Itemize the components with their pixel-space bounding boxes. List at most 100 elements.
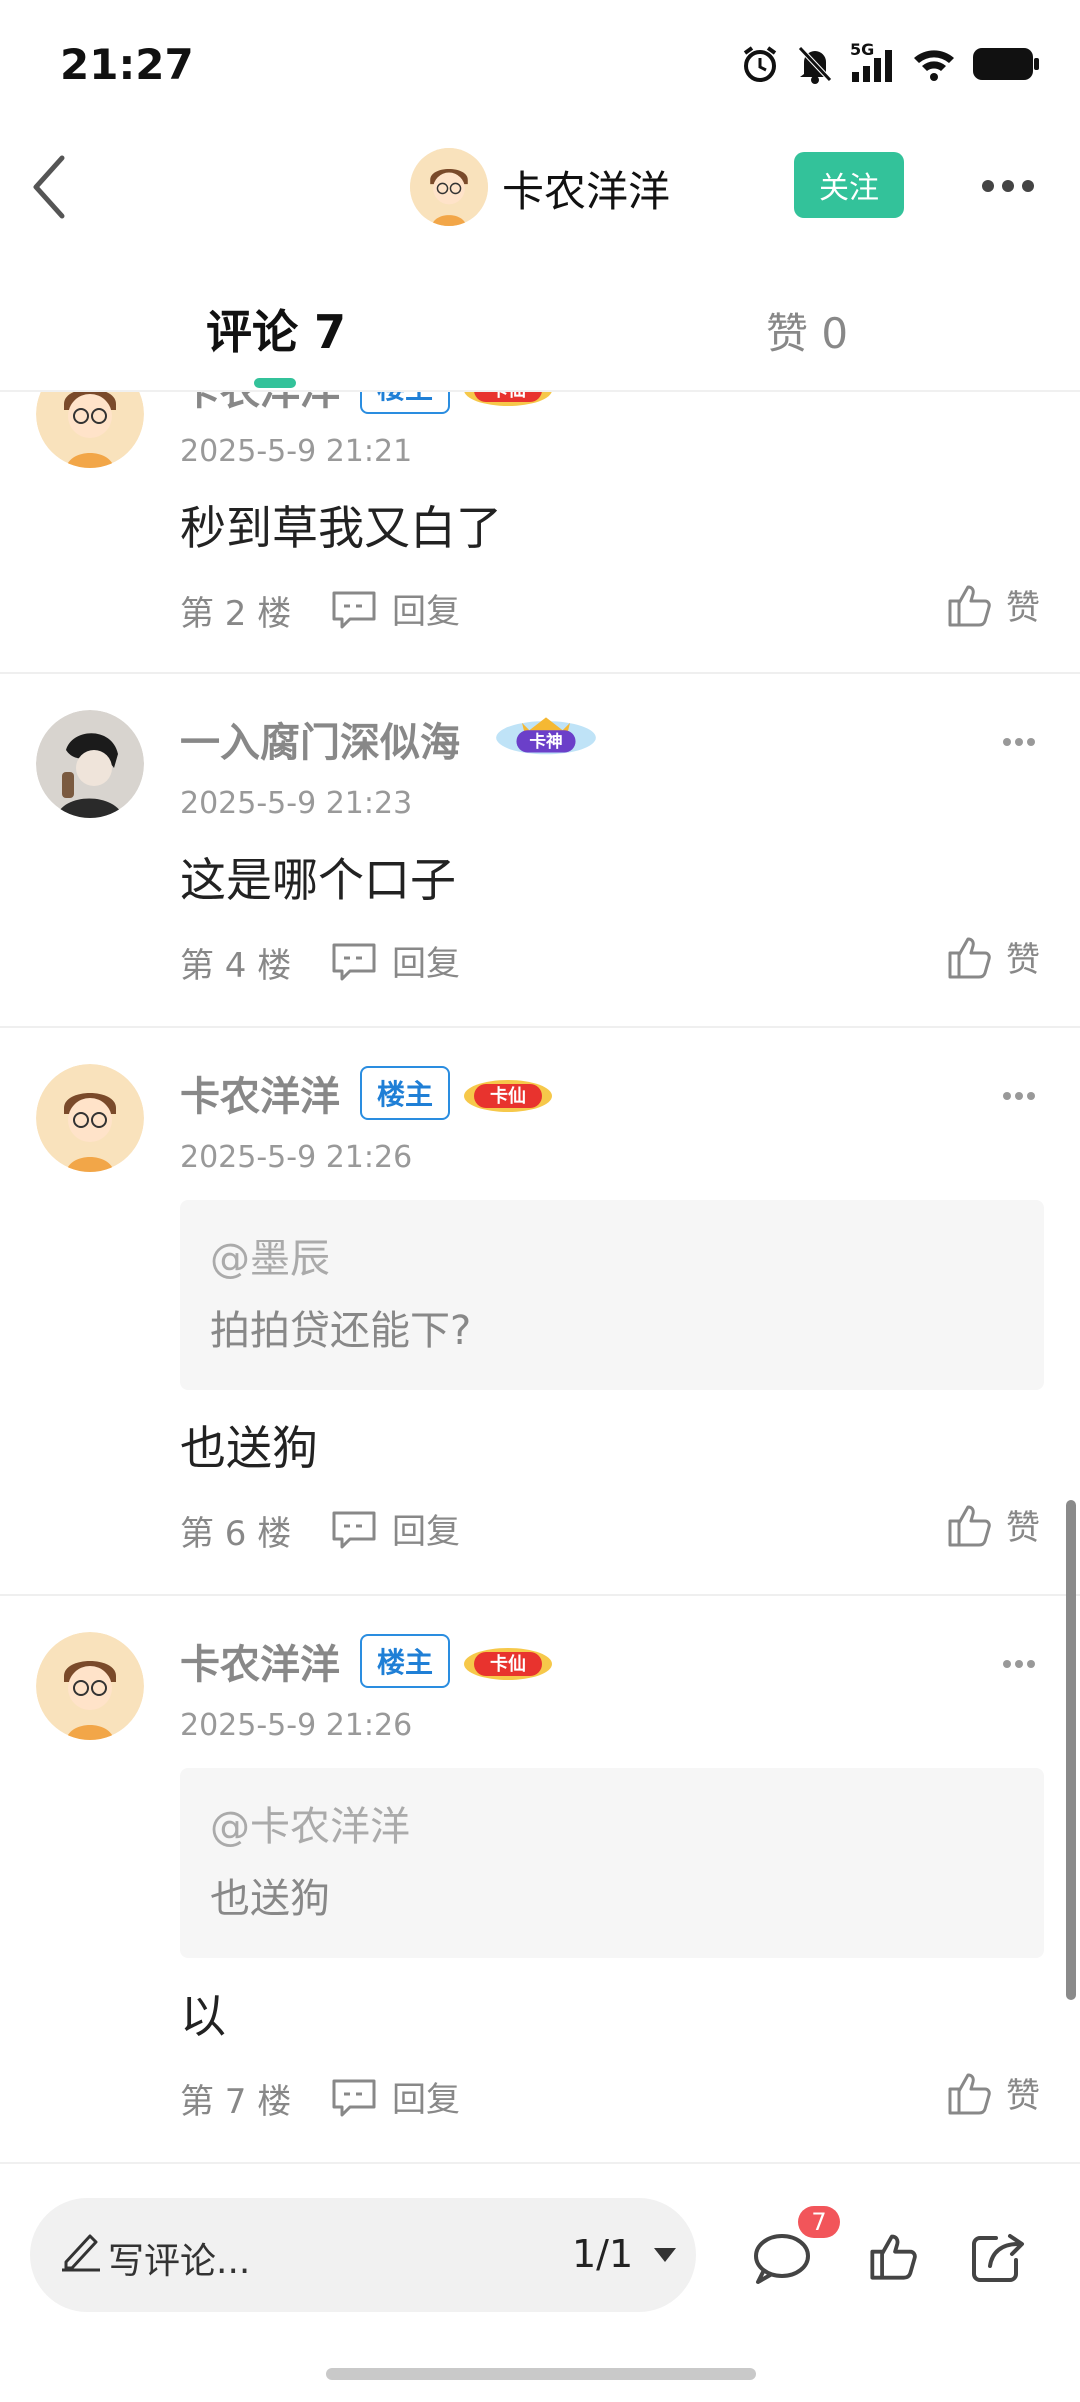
write-comment-input[interactable]: 写评论... 1/1 xyxy=(30,2198,696,2312)
comment-time: 2025-5-9 21:23 xyxy=(180,786,413,821)
tab-comments[interactable]: 评论 7 xyxy=(206,296,346,362)
author-avatar[interactable] xyxy=(410,148,488,226)
pencil-icon xyxy=(62,2234,100,2272)
reply-icon xyxy=(332,1511,376,1548)
comment-time: 2025-5-9 21:26 xyxy=(180,1140,413,1175)
comment-text: 秒到草我又白了 xyxy=(180,501,502,555)
bottom-action-bar: 写评论... 1/1 7 xyxy=(0,2162,1080,2402)
avatar[interactable] xyxy=(36,392,144,468)
quoted-reply[interactable]: @卡农洋洋 也送狗 xyxy=(180,1768,1044,1958)
comment-item: 卡农洋洋 楼主 卡仙 2025-5-9 21:26 @墨辰 拍拍贷还能下? 也送… xyxy=(0,1028,1080,1596)
quoted-reply[interactable]: @墨辰 拍拍贷还能下? xyxy=(180,1200,1044,1390)
comment-text: 这是哪个口子 xyxy=(180,853,456,907)
like-button[interactable]: 赞 xyxy=(946,1500,1040,1549)
quoted-text: 也送狗 xyxy=(210,1876,330,1922)
reply-icon xyxy=(332,943,376,980)
like-label: 赞 xyxy=(1006,588,1040,628)
avatar[interactable] xyxy=(36,1632,144,1740)
username[interactable]: 卡农洋洋 xyxy=(180,392,340,416)
reply-label: 回复 xyxy=(392,2080,460,2120)
rank-badge-label: 卡神 xyxy=(529,731,562,751)
comment-item: 卡农洋洋 楼主 卡仙 2025-5-9 21:26 @卡农洋洋 也送狗 以 第 … xyxy=(0,1596,1080,2162)
caret-down-icon[interactable] xyxy=(652,2246,678,2264)
thumbs-up-icon xyxy=(948,585,991,626)
alarm-icon xyxy=(743,46,777,82)
comment-time: 2025-5-9 21:21 xyxy=(180,434,413,469)
username[interactable]: 卡农洋洋 xyxy=(180,1632,340,1690)
reply-button[interactable]: 回复 xyxy=(330,1504,460,1553)
scrollbar[interactable] xyxy=(1066,1500,1076,2000)
reply-label: 回复 xyxy=(392,944,460,984)
comment-count-badge: 7 xyxy=(798,2206,840,2238)
comment-item: 一入腐门深似海 卡神 2025-5-9 21:23 这是哪个口子 第 4 楼 回… xyxy=(0,674,1080,1028)
reply-icon xyxy=(332,2079,376,2116)
status-icons: 5G xyxy=(740,40,1040,84)
comment-more-icon[interactable] xyxy=(1002,1090,1036,1102)
wifi-icon xyxy=(914,50,954,81)
like-label: 赞 xyxy=(1006,2076,1040,2116)
rank-badge-icon: 卡仙 xyxy=(464,1648,552,1680)
comment-item: 卡农洋洋 楼主 卡仙 2025-5-9 21:21 秒到草我又白了 第 2 楼 … xyxy=(0,392,1080,674)
quoted-text: 拍拍贷还能下? xyxy=(210,1308,472,1354)
post-header: 卡农洋洋 关注 xyxy=(0,130,1080,250)
comment-text: 以 xyxy=(180,1989,226,2043)
comment-list[interactable]: 卡农洋洋 楼主 卡仙 2025-5-9 21:21 秒到草我又白了 第 2 楼 … xyxy=(0,392,1080,2162)
like-label: 赞 xyxy=(1006,1508,1040,1548)
more-options-icon[interactable] xyxy=(980,178,1036,194)
comment-more-icon[interactable] xyxy=(1002,392,1036,394)
tab-likes[interactable]: 赞 0 xyxy=(766,300,848,361)
username[interactable]: 一入腐门深似海 xyxy=(180,710,460,768)
follow-button[interactable]: 关注 xyxy=(794,152,904,218)
floor-label: 第 7 楼 xyxy=(180,2082,292,2122)
status-time: 21:27 xyxy=(60,40,194,89)
status-bar: 21:27 5G xyxy=(0,0,1080,130)
comment-more-icon[interactable] xyxy=(1002,1658,1036,1670)
rank-badge-label: 卡仙 xyxy=(490,1653,526,1675)
reply-button[interactable]: 回复 xyxy=(330,936,460,985)
like-button[interactable]: 赞 xyxy=(946,2068,1040,2117)
page-indicator[interactable]: 1/1 xyxy=(572,2232,633,2276)
avatar[interactable] xyxy=(36,710,144,818)
write-comment-placeholder: 写评论... xyxy=(108,2241,251,2282)
rank-badge-label: 卡仙 xyxy=(490,392,526,401)
floor-label: 第 4 楼 xyxy=(180,946,292,986)
rank-badge-icon: 卡神 xyxy=(496,717,596,755)
signal-5g-icon: 5G xyxy=(850,40,896,84)
floor-label: 第 2 楼 xyxy=(180,594,292,634)
floor-label: 第 6 楼 xyxy=(180,1514,292,1554)
author-name[interactable]: 卡农洋洋 xyxy=(502,158,670,219)
battery-icon xyxy=(973,48,1039,80)
like-button[interactable]: 赞 xyxy=(946,580,1040,629)
username[interactable]: 卡农洋洋 xyxy=(180,1064,340,1122)
comment-text: 也送狗 xyxy=(180,1421,318,1475)
thumbs-up-icon xyxy=(948,2073,991,2114)
host-badge: 楼主 xyxy=(360,1634,450,1688)
rank-badge-icon: 卡仙 xyxy=(464,392,552,406)
like-button[interactable]: 赞 xyxy=(946,932,1040,981)
like-label: 赞 xyxy=(1006,940,1040,980)
comment-more-icon[interactable] xyxy=(1002,736,1036,748)
mute-bell-icon xyxy=(798,46,832,84)
rank-badge-label: 卡仙 xyxy=(490,1085,526,1107)
comment-tabs: 评论 7 赞 0 xyxy=(0,260,1080,392)
quoted-user[interactable]: @卡农洋洋 xyxy=(210,1794,410,1852)
back-arrow-icon[interactable] xyxy=(28,152,68,222)
reply-button[interactable]: 回复 xyxy=(330,2072,460,2121)
thumbs-up-icon[interactable] xyxy=(868,2230,920,2282)
home-indicator[interactable] xyxy=(326,2368,756,2380)
quoted-user[interactable]: @墨辰 xyxy=(210,1226,330,1284)
reply-button[interactable]: 回复 xyxy=(330,584,460,633)
thumbs-up-icon xyxy=(948,937,991,978)
share-icon[interactable] xyxy=(970,2230,1028,2286)
reply-label: 回复 xyxy=(392,592,460,632)
host-badge: 楼主 xyxy=(360,392,450,414)
thumbs-up-icon xyxy=(948,1505,991,1546)
comment-bubble-icon[interactable] xyxy=(752,2230,812,2286)
avatar[interactable] xyxy=(36,1064,144,1172)
reply-icon xyxy=(332,591,376,628)
tab-indicator xyxy=(254,378,296,388)
rank-badge-icon: 卡仙 xyxy=(464,1080,552,1112)
reply-label: 回复 xyxy=(392,1512,460,1552)
comment-time: 2025-5-9 21:26 xyxy=(180,1708,413,1743)
host-badge: 楼主 xyxy=(360,1066,450,1120)
